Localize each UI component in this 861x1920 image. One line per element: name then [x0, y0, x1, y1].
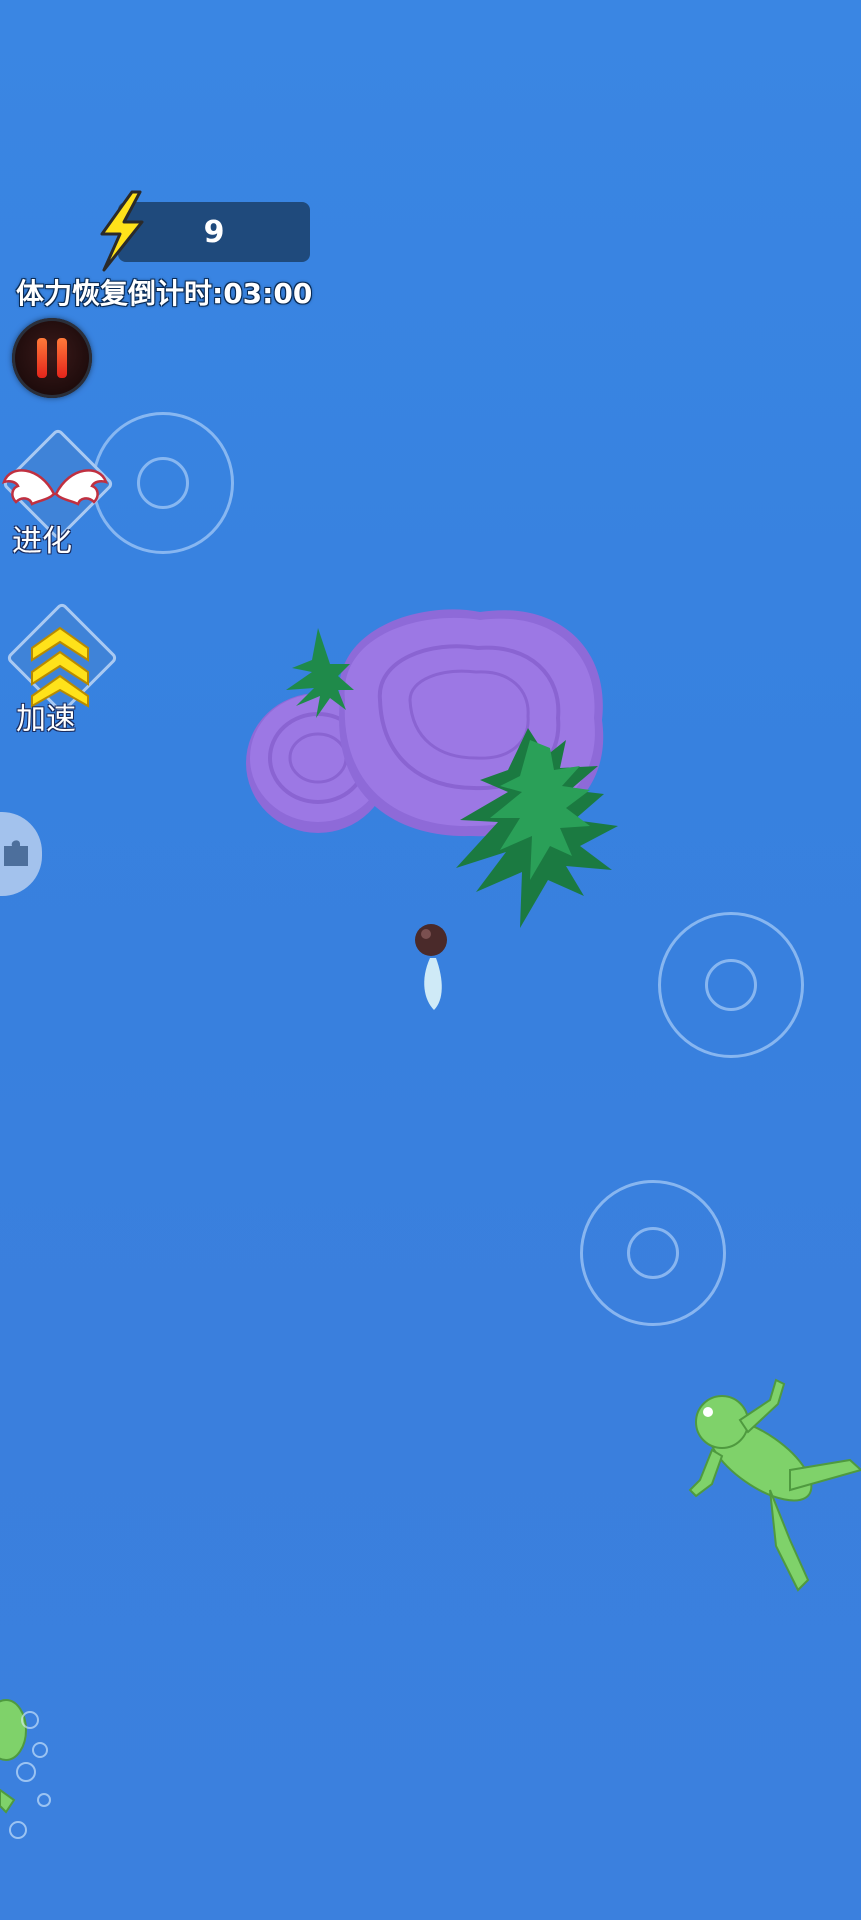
tadpole-player — [415, 924, 447, 1010]
speed-boost-button[interactable]: 加速 — [0, 601, 120, 738]
energy-countdown-text: 体力恢复倒计时:03:00 — [16, 277, 313, 310]
lightning-bolt-icon — [100, 190, 144, 272]
evolve-button[interactable]: 进化 — [0, 426, 115, 560]
evolve-label: 进化 — [12, 524, 72, 559]
ripple-ring — [580, 1180, 726, 1326]
ripple-ring — [92, 412, 234, 554]
pause-icon — [37, 338, 47, 378]
energy-value: 9 — [203, 214, 225, 250]
ripple-ring — [658, 912, 804, 1058]
frog-enemy — [688, 1378, 861, 1592]
puzzle-icon — [4, 840, 28, 866]
pause-button[interactable] — [12, 318, 92, 398]
speed-label: 加速 — [16, 702, 76, 737]
angel-wings-icon — [2, 469, 108, 506]
